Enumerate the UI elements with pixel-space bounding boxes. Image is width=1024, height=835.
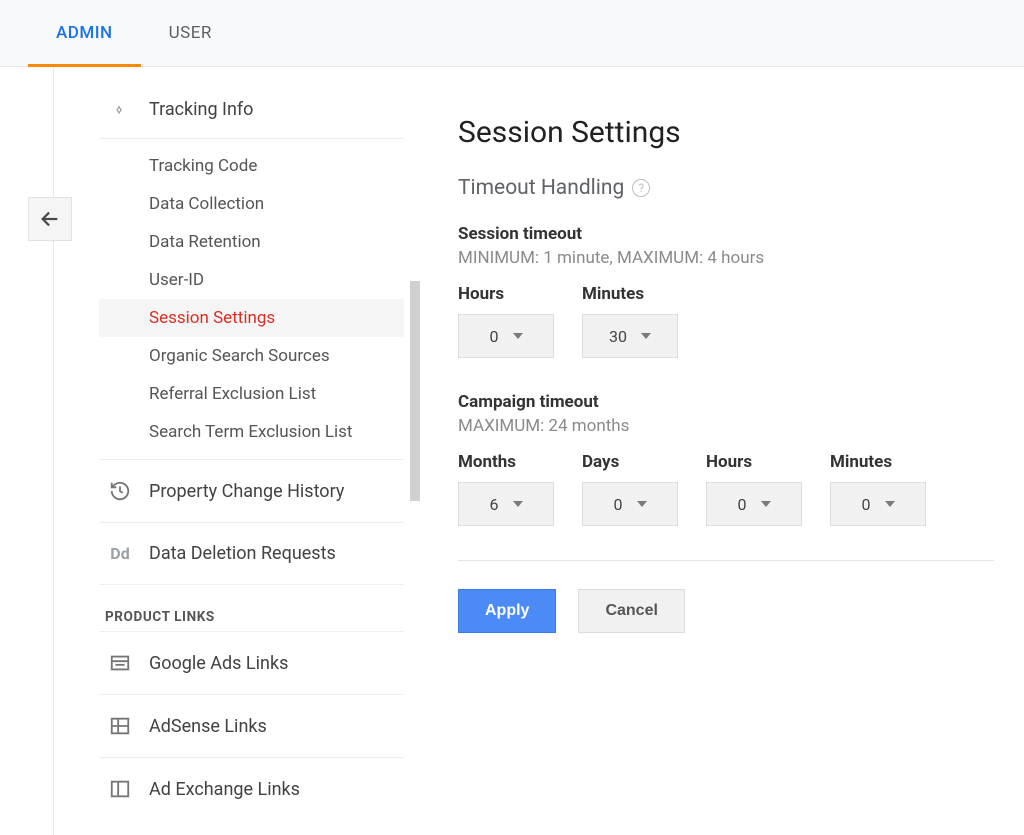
sidebar-item-data-collection[interactable]: Data Collection (99, 185, 404, 223)
data-deletion-requests-label: Data Deletion Requests (149, 543, 336, 564)
cancel-button-label: Cancel (605, 602, 657, 620)
session-minutes-value: 30 (609, 327, 627, 346)
tab-admin[interactable]: ADMIN (28, 0, 141, 66)
tracking-info-row[interactable]: ‹ › Tracking Info (99, 89, 404, 139)
minutes-label: Minutes (582, 284, 678, 304)
property-change-history-label: Property Change History (149, 481, 344, 502)
tab-admin-label: ADMIN (56, 23, 113, 43)
ad-exchange-links-label: Ad Exchange Links (149, 779, 300, 800)
campaign-timeout-label: Campaign timeout (458, 392, 994, 412)
top-tabbar: ADMIN USER (0, 0, 1024, 67)
adsense-links-label: AdSense Links (149, 716, 267, 737)
session-minutes-field: Minutes 30 (582, 284, 678, 358)
campaign-hours-value: 0 (738, 495, 747, 514)
sidebar-item-data-deletion-requests[interactable]: Dd Data Deletion Requests (99, 523, 404, 585)
campaign-timeout-limits: MAXIMUM: 24 months (458, 416, 994, 436)
page-title: Session Settings (458, 115, 994, 150)
timeout-handling-heading: Timeout Handling ? (458, 176, 994, 200)
caret-down-icon (761, 501, 771, 507)
caret-down-icon (885, 501, 895, 507)
campaign-minutes-value: 0 (862, 495, 871, 514)
session-hours-value: 0 (490, 327, 499, 346)
sidebar-item-adsense-links[interactable]: AdSense Links (99, 695, 404, 758)
product-links-header: PRODUCT LINKS (99, 585, 404, 632)
campaign-hours-field: Hours 0 (706, 452, 802, 526)
apply-button[interactable]: Apply (458, 589, 556, 633)
scrollbar-thumb[interactable] (410, 281, 420, 501)
button-row: Apply Cancel (458, 589, 994, 633)
sidebar-item-referral-exclusion-list[interactable]: Referral Exclusion List (99, 375, 404, 413)
help-icon[interactable]: ? (632, 179, 650, 197)
campaign-months-select[interactable]: 6 (458, 482, 554, 526)
campaign-days-select[interactable]: 0 (582, 482, 678, 526)
caret-down-icon (637, 501, 647, 507)
google-ads-links-label: Google Ads Links (149, 653, 288, 674)
sidebar-item-organic-search-sources[interactable]: Organic Search Sources (99, 337, 404, 375)
apply-button-label: Apply (485, 602, 529, 620)
campaign-days-field: Days 0 (582, 452, 678, 526)
history-icon (105, 480, 135, 502)
divider (458, 560, 994, 561)
sidebar-item-property-change-history[interactable]: Property Change History (99, 460, 404, 523)
days-label: Days (582, 452, 678, 472)
session-hours-select[interactable]: 0 (458, 314, 554, 358)
months-label: Months (458, 452, 554, 472)
session-timeout-fields: Hours 0 Minutes 30 (458, 284, 994, 358)
tab-user[interactable]: USER (141, 0, 240, 66)
campaign-timeout-fields: Months 6 Days 0 Hours 0 (458, 452, 994, 526)
cancel-button[interactable]: Cancel (578, 589, 684, 633)
dd-icon: Dd (105, 544, 135, 563)
sidebar-item-tracking-code[interactable]: Tracking Code (99, 147, 404, 185)
timeout-handling-label: Timeout Handling (458, 176, 624, 200)
sidebar-item-user-id[interactable]: User-ID (99, 261, 404, 299)
sidebar-item-session-settings[interactable]: Session Settings (99, 299, 404, 337)
sidebar-item-search-term-exclusion-list[interactable]: Search Term Exclusion List (99, 413, 404, 451)
caret-down-icon (513, 333, 523, 339)
left-rail (0, 67, 54, 835)
tracking-info-label: Tracking Info (149, 99, 253, 120)
layout: ‹ › Tracking Info Tracking Code Data Col… (0, 67, 1024, 835)
session-minutes-select[interactable]: 30 (582, 314, 678, 358)
session-timeout-limits: MINIMUM: 1 minute, MAXIMUM: 4 hours (458, 248, 994, 268)
tab-user-label: USER (169, 23, 212, 43)
campaign-minutes-select[interactable]: 0 (830, 482, 926, 526)
main-content: Session Settings Timeout Handling ? Sess… (414, 67, 1024, 835)
sidebar-item-google-ads-links[interactable]: Google Ads Links (99, 632, 404, 695)
session-hours-field: Hours 0 (458, 284, 554, 358)
campaign-months-value: 6 (490, 495, 499, 514)
sidebar: ‹ › Tracking Info Tracking Code Data Col… (54, 67, 414, 835)
campaign-months-field: Months 6 (458, 452, 554, 526)
campaign-hours-select[interactable]: 0 (706, 482, 802, 526)
campaign-minutes-label: Minutes (830, 452, 926, 472)
caret-down-icon (513, 501, 523, 507)
tracking-info-section: ‹ › Tracking Info Tracking Code Data Col… (99, 89, 414, 820)
session-timeout-label: Session timeout (458, 224, 994, 244)
adsense-icon (105, 715, 135, 737)
campaign-days-value: 0 (614, 495, 623, 514)
sidebar-item-ad-exchange-links[interactable]: Ad Exchange Links (99, 758, 404, 820)
sidebar-item-data-retention[interactable]: Data Retention (99, 223, 404, 261)
hours-label: Hours (458, 284, 554, 304)
ad-exchange-icon (105, 778, 135, 800)
ads-icon (105, 652, 135, 674)
campaign-hours-label: Hours (706, 452, 802, 472)
campaign-minutes-field: Minutes 0 (830, 452, 926, 526)
caret-down-icon (641, 333, 651, 339)
code-brackets-icon: ‹ › (99, 99, 135, 120)
tracking-info-sublist: Tracking Code Data Collection Data Reten… (99, 139, 404, 460)
